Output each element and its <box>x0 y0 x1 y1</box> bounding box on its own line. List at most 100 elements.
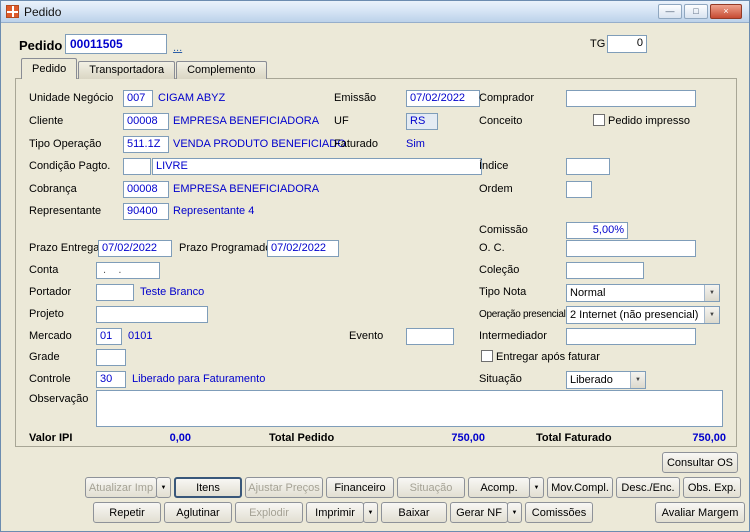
comissao-label: Comissão <box>479 224 528 236</box>
grade-label: Grade <box>29 351 60 363</box>
imprimir-dropdown-button[interactable]: ▼ <box>363 502 378 523</box>
baixar-button[interactable]: Baixar <box>381 502 447 523</box>
comprador-input[interactable] <box>566 90 696 107</box>
close-icon: × <box>723 6 729 16</box>
repetir-button[interactable]: Repetir <box>93 502 161 523</box>
obs-exp-button[interactable]: Obs. Exp. <box>683 477 741 498</box>
chevron-down-icon[interactable]: ▼ <box>704 307 719 323</box>
controle-input[interactable]: 30 <box>96 371 126 388</box>
entregar-apos-faturar-checkbox[interactable] <box>481 350 493 362</box>
ajustar-precos-button[interactable]: Ajustar Preços <box>245 477 323 498</box>
situacao-select[interactable]: Liberado ▼ <box>566 371 646 389</box>
aglutinar-button[interactable]: Aglutinar <box>164 502 232 523</box>
controle-label: Controle <box>29 373 71 385</box>
gerar-nf-button[interactable]: Gerar NF <box>450 502 508 523</box>
colecao-label: Coleção <box>479 264 520 276</box>
atualizar-imp-button[interactable]: Atualizar Imp <box>85 477 157 498</box>
window-controls: — □ × <box>658 4 744 19</box>
prazo-entrega-input[interactable]: 07/02/2022 <box>98 240 172 257</box>
titlebar: Pedido — □ × <box>1 1 749 23</box>
operacao-presencial-label: Operação presencial <box>479 309 566 320</box>
situacao-label: Situação <box>479 373 522 385</box>
tipo-nota-select[interactable]: Normal ▼ <box>566 284 720 302</box>
acomp-dropdown-button[interactable]: ▼ <box>529 477 544 498</box>
pedido-number-input[interactable]: 00011505 <box>65 34 167 54</box>
projeto-label: Projeto <box>29 308 64 320</box>
conta-label: Conta <box>29 264 59 276</box>
gerar-nf-dropdown-button[interactable]: ▼ <box>507 502 522 523</box>
acomp-split: Acomp. ▼ <box>468 477 544 498</box>
entregar-apos-faturar-label: Entregar após faturar <box>496 351 600 363</box>
cliente-input[interactable]: 00008 <box>123 113 169 130</box>
conta-input[interactable]: . . <box>96 262 160 279</box>
chevron-down-icon[interactable]: ▼ <box>630 372 645 388</box>
indice-input[interactable] <box>566 158 610 175</box>
chevron-down-icon: ▼ <box>367 509 374 516</box>
maximize-icon: □ <box>693 6 699 16</box>
minimize-button[interactable]: — <box>658 4 682 19</box>
app-icon <box>6 5 19 18</box>
cliente-label: Cliente <box>29 115 64 127</box>
situacao-value: Liberado <box>570 374 613 386</box>
intermediador-input[interactable] <box>566 328 696 345</box>
mercado-input[interactable]: 01 <box>96 328 122 345</box>
tg-input[interactable]: 0 <box>607 35 647 53</box>
mov-compl-button[interactable]: Mov.Compl. <box>547 477 613 498</box>
desc-enc-button[interactable]: Desc./Enc. <box>616 477 680 498</box>
portador-input[interactable] <box>96 284 134 301</box>
oc-input[interactable] <box>566 240 696 257</box>
tipo-nota-value: Normal <box>570 287 606 299</box>
projeto-input[interactable] <box>96 306 208 323</box>
condicao-pagto-code-input[interactable] <box>123 158 151 175</box>
comprador-label: Comprador <box>479 92 535 104</box>
observacao-textarea[interactable] <box>96 390 723 427</box>
representante-input[interactable]: 90400 <box>123 203 169 220</box>
chevron-down-icon[interactable]: ▼ <box>704 285 719 301</box>
chevron-down-icon: ▼ <box>533 484 540 491</box>
tab-transportadora[interactable]: Transportadora <box>78 61 176 79</box>
avaliar-margem-button[interactable]: Avaliar Margem <box>655 502 745 523</box>
comissoes-button[interactable]: Comissões <box>525 502 593 523</box>
indice-label: Índice <box>479 160 509 172</box>
atualizar-imp-dropdown-button[interactable]: ▼ <box>156 477 171 498</box>
situacao-button[interactable]: Situação <box>397 477 465 498</box>
evento-label: Evento <box>349 330 384 342</box>
tipo-nota-label: Tipo Nota <box>479 286 527 298</box>
consultar-os-button[interactable]: Consultar OS <box>662 452 738 473</box>
total-faturado-label: Total Faturado <box>536 432 612 444</box>
operacao-presencial-value: 2 Internet (não presencial) <box>570 309 699 321</box>
tab-pedido[interactable]: Pedido <box>21 58 78 79</box>
pedido-header-label: Pedido <box>19 38 63 53</box>
emissao-input[interactable]: 07/02/2022 <box>406 90 480 107</box>
cobranca-input[interactable]: 00008 <box>123 181 169 198</box>
grade-input[interactable] <box>96 349 126 366</box>
cobranca-label: Cobrança <box>29 183 77 195</box>
condicao-pagto-label: Condição Pagto. <box>29 160 111 172</box>
comissao-input[interactable]: 5,00% <box>566 222 628 239</box>
close-button[interactable]: × <box>710 4 742 19</box>
itens-button[interactable]: Itens <box>174 477 242 498</box>
financeiro-button[interactable]: Financeiro <box>326 477 394 498</box>
chevron-down-icon: ▼ <box>511 509 518 516</box>
ordem-input[interactable] <box>566 181 592 198</box>
maximize-button[interactable]: □ <box>684 4 708 19</box>
evento-input[interactable] <box>406 328 454 345</box>
explodir-button[interactable]: Explodir <box>235 502 303 523</box>
imprimir-button[interactable]: Imprimir <box>306 502 364 523</box>
cobranca-desc: EMPRESA BENEFICIADORA <box>173 183 320 195</box>
observacao-label: Observação <box>29 393 89 405</box>
faturado-label: Faturado <box>334 138 379 150</box>
tab-complemento[interactable]: Complemento <box>176 61 267 79</box>
prazo-programado-input[interactable]: 07/02/2022 <box>267 240 339 257</box>
tipo-operacao-input[interactable]: 511.1Z <box>123 136 169 153</box>
operacao-presencial-select[interactable]: 2 Internet (não presencial) ▼ <box>566 306 720 324</box>
representante-label: Representante <box>29 205 102 217</box>
pedido-lookup-button[interactable]: ... <box>173 42 182 54</box>
tab-bar: Pedido Transportadora Complemento <box>21 58 268 79</box>
acomp-button[interactable]: Acomp. <box>468 477 530 498</box>
pedido-impresso-checkbox[interactable] <box>593 114 605 126</box>
condicao-pagto-desc-input[interactable]: LIVRE <box>152 158 482 175</box>
colecao-input[interactable] <box>566 262 644 279</box>
unidade-negocio-input[interactable]: 007 <box>123 90 153 107</box>
uf-input[interactable]: RS <box>406 113 438 130</box>
